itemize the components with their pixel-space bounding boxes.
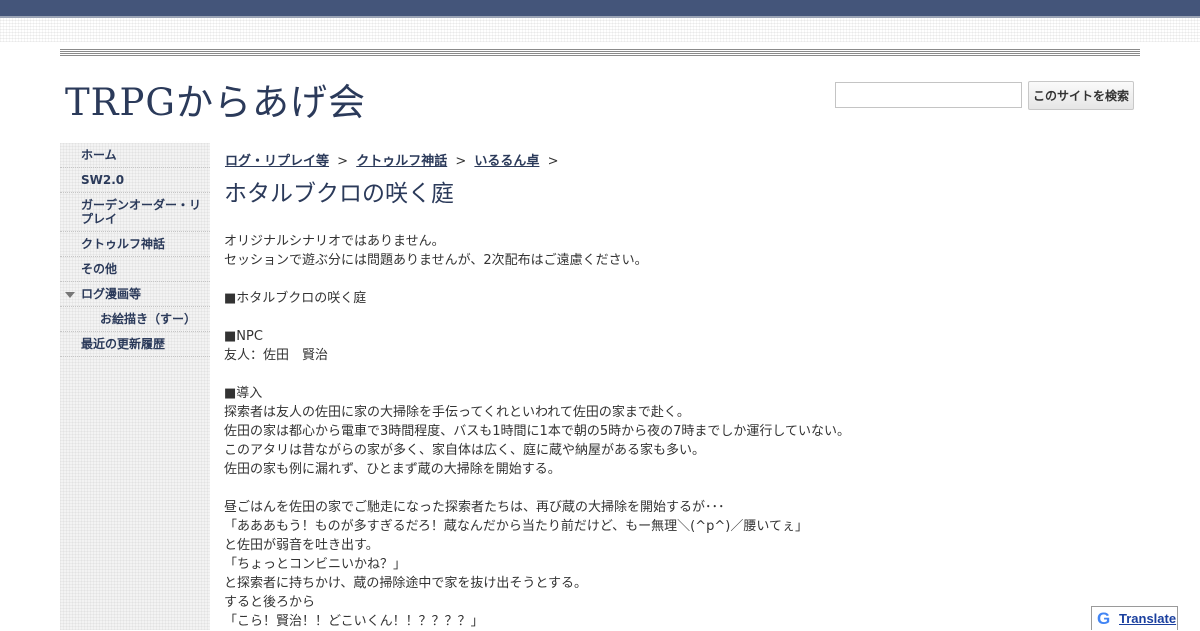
body-line: 「こら！賢治！！どこいくん！！？？？？」 bbox=[224, 614, 484, 629]
header-divider bbox=[60, 49, 1140, 56]
sidebar-item-garden-order[interactable]: ガーデンオーダー・リプレイ bbox=[60, 193, 210, 232]
body-line: ■NPC bbox=[224, 329, 263, 344]
header-pattern bbox=[0, 18, 1200, 42]
search-button[interactable]: このサイトを検索 bbox=[1028, 81, 1134, 110]
body-line: と探索者に持ちかけ、蔵の掃除途中で家を抜け出そうとする。 bbox=[224, 576, 587, 591]
body-line bbox=[224, 308, 850, 327]
body-line: 探索者は友人の佐田に家の大掃除を手伝ってくれといわれて佐田の家まで赴く。 bbox=[224, 405, 690, 420]
breadcrumb-separator: > bbox=[337, 154, 349, 169]
body-line: ■導入 bbox=[224, 386, 263, 401]
sidebar-item-drawings[interactable]: お絵描き（すー） bbox=[60, 307, 210, 332]
body-line: このアタリは昔ながらの家が多く、家自体は広く、庭に蔵や納屋がある家も多い。 bbox=[224, 443, 706, 458]
body-line bbox=[224, 479, 850, 498]
breadcrumb-separator: > bbox=[455, 154, 467, 169]
sidebar-item-recent-updates[interactable]: 最近の更新履歴 bbox=[60, 332, 210, 357]
body-line: 「あああもう！ものが多すぎるだろ！蔵なんだから当たり前だけど、もー無理＼(^p^… bbox=[224, 519, 808, 534]
top-banner-bar bbox=[0, 0, 1200, 16]
page-body: オリジナルシナリオではありません。 セッションで遊ぶ分には問題ありませんが、2次… bbox=[224, 232, 850, 631]
sidebar-item-log-manga[interactable]: ログ漫画等 bbox=[60, 282, 210, 307]
breadcrumb-separator: > bbox=[547, 154, 559, 169]
sidebar-item-other[interactable]: その他 bbox=[60, 257, 210, 282]
body-line: ■ホタルブクロの咲く庭 bbox=[224, 291, 367, 306]
body-line: 「ちょっとコンビニいかね？」 bbox=[224, 557, 407, 572]
body-line: オリジナルシナリオではありません。 bbox=[224, 234, 445, 249]
translate-widget[interactable]: G Translate bbox=[1091, 606, 1178, 630]
body-line bbox=[224, 270, 850, 289]
breadcrumb-link-logs[interactable]: ログ・リプレイ等 bbox=[225, 154, 329, 169]
sidebar-item-sw2[interactable]: SW2.0 bbox=[60, 168, 210, 193]
body-line: セッションで遊ぶ分には問題ありませんが、2次配布はご遠慮ください。 bbox=[224, 253, 648, 268]
body-line: 佐田の家は都心から電車で3時間程度、バスも1時間に1本で朝の5時から夜の7時まで… bbox=[224, 424, 850, 439]
body-line: すると後ろから bbox=[224, 595, 316, 610]
google-g-icon: G bbox=[1097, 609, 1111, 628]
site-title[interactable]: TRPGからあげ会 bbox=[65, 72, 366, 126]
page-title: ホタルブクロの咲く庭 bbox=[224, 181, 454, 207]
breadcrumb-link-irurun[interactable]: いるるん卓 bbox=[474, 154, 539, 169]
body-line: 友人：佐田 賢治 bbox=[224, 348, 329, 363]
body-line: と佐田が弱音を吐き出す。 bbox=[224, 538, 379, 553]
breadcrumb: ログ・リプレイ等 > クトゥルフ神話 > いるるん卓 > bbox=[225, 150, 562, 169]
sidebar-item-cthulhu[interactable]: クトゥルフ神話 bbox=[60, 232, 210, 257]
translate-link[interactable]: Translate bbox=[1119, 611, 1176, 626]
body-line bbox=[224, 365, 850, 384]
search-input[interactable] bbox=[835, 82, 1022, 108]
sidebar-item-home[interactable]: ホーム bbox=[60, 143, 210, 168]
body-line: 佐田の家も例に漏れず、ひとまず蔵の大掃除を開始する。 bbox=[224, 462, 561, 477]
body-line: 昼ごはんを佐田の家でご馳走になった探索者たちは、再び蔵の大掃除を開始するが･･･ bbox=[224, 500, 725, 515]
sidebar-nav: ホーム SW2.0 ガーデンオーダー・リプレイ クトゥルフ神話 その他 ログ漫画… bbox=[60, 143, 210, 630]
breadcrumb-link-cthulhu[interactable]: クトゥルフ神話 bbox=[356, 154, 447, 169]
